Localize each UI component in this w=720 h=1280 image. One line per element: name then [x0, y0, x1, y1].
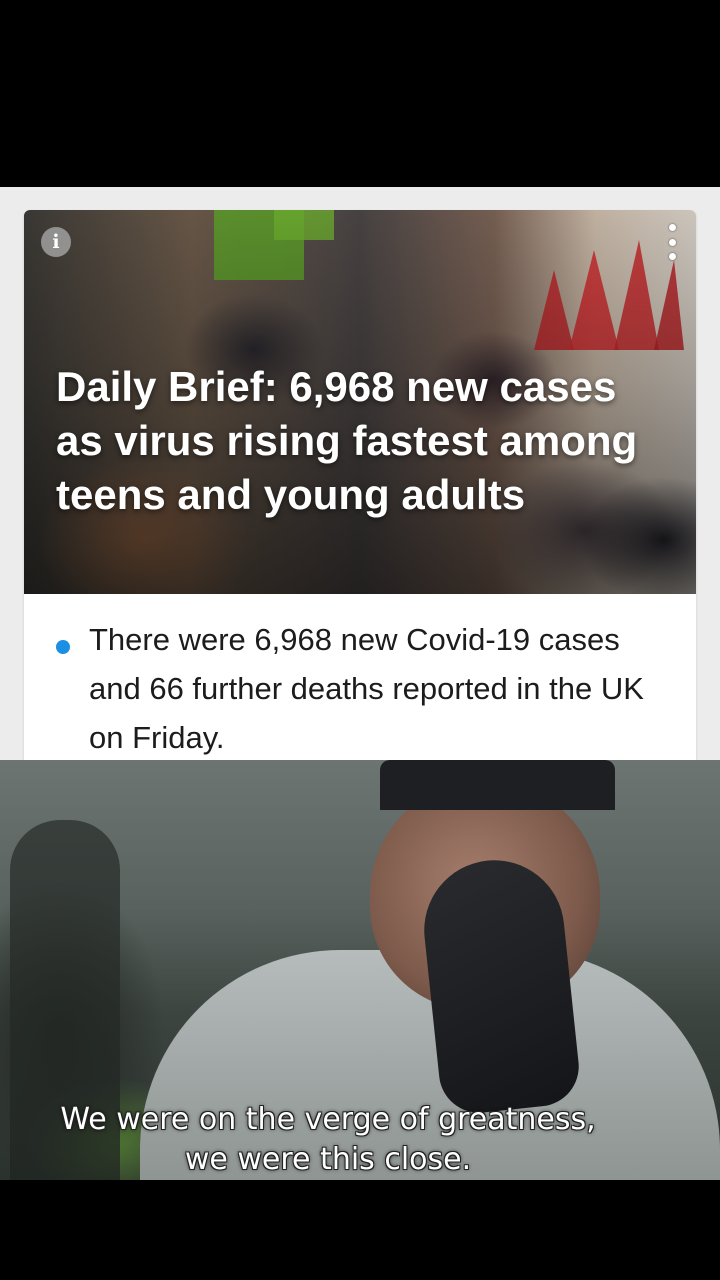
meme-page: i Daily Brief: 6,968 new cases as virus … [0, 0, 720, 1280]
news-card[interactable]: i Daily Brief: 6,968 new cases as virus … [24, 210, 696, 760]
top-black-band [0, 0, 720, 187]
movie-subtitle: We were on the verge of greatness, we we… [0, 1100, 656, 1180]
subtitle-line-2: we were this close. [184, 1142, 472, 1177]
summary-bullet-text: There were 6,968 new Covid-19 cases and … [89, 622, 644, 755]
news-feed-area: i Daily Brief: 6,968 new cases as virus … [0, 187, 720, 760]
bottom-black-band [0, 1180, 720, 1280]
news-headline[interactable]: Daily Brief: 6,968 new cases as virus ri… [56, 360, 656, 522]
movie-still-image: We were on the verge of greatness, we we… [0, 760, 720, 1180]
more-dot [668, 253, 676, 260]
subtitle-line-1: We were on the verge of greatness, [60, 1102, 596, 1137]
news-summary: There were 6,968 new Covid-19 cases and … [24, 594, 696, 760]
more-dot [668, 224, 676, 231]
bullet-dot-icon [56, 640, 70, 654]
info-icon[interactable]: i [41, 227, 71, 257]
more-vertical-icon[interactable] [665, 224, 679, 260]
more-dot [668, 238, 676, 246]
character-cap [380, 760, 615, 810]
news-photo[interactable]: i Daily Brief: 6,968 new cases as virus … [24, 210, 696, 594]
